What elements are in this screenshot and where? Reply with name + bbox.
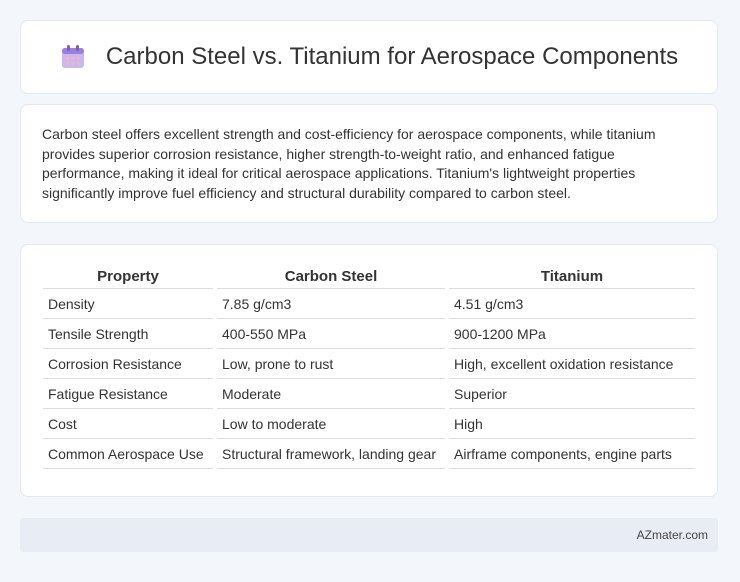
titanium-cell: Airframe components, engine parts [445, 438, 695, 469]
summary-text: Carbon steel offers excellent strength a… [42, 126, 656, 201]
titanium-cell: Superior [445, 378, 695, 409]
carbon-steel-cell: 400-550 MPa [213, 318, 447, 349]
comparison-table-card: Property Carbon Steel Titanium Density 7… [20, 244, 718, 497]
table-row: Corrosion Resistance Low, prone to rust … [43, 348, 695, 379]
page-title: Carbon Steel vs. Titanium for Aerospace … [105, 43, 679, 70]
table-row: Cost Low to moderate High [43, 408, 695, 439]
property-cell: Corrosion Resistance [43, 348, 215, 379]
footer: AZmater.com [20, 518, 718, 552]
calendar-icon [60, 44, 86, 70]
table-row: Fatigue Resistance Moderate Superior [43, 378, 695, 409]
property-cell: Common Aerospace Use [43, 438, 215, 469]
titanium-cell: 900-1200 MPa [445, 318, 695, 349]
titanium-cell: High [445, 408, 695, 439]
title-card: Carbon Steel vs. Titanium for Aerospace … [20, 20, 718, 94]
titanium-cell: High, excellent oxidation resistance [445, 348, 695, 379]
table-row: Common Aerospace Use Structural framewor… [43, 438, 695, 469]
table-row: Tensile Strength 400-550 MPa 900-1200 MP… [43, 318, 695, 349]
carbon-steel-cell: Low, prone to rust [213, 348, 447, 379]
property-cell: Density [43, 288, 215, 319]
header-property: Property [43, 263, 215, 289]
header-carbon-steel: Carbon Steel [213, 263, 447, 289]
table-row: Density 7.85 g/cm3 4.51 g/cm3 [43, 288, 695, 319]
titanium-cell: 4.51 g/cm3 [445, 288, 695, 319]
carbon-steel-cell: Moderate [213, 378, 447, 409]
carbon-steel-cell: 7.85 g/cm3 [213, 288, 447, 319]
comparison-table: Property Carbon Steel Titanium Density 7… [43, 263, 695, 469]
header-titanium: Titanium [445, 263, 695, 289]
property-cell: Cost [43, 408, 215, 439]
property-cell: Tensile Strength [43, 318, 215, 349]
carbon-steel-cell: Structural framework, landing gear [213, 438, 447, 469]
table-header-row: Property Carbon Steel Titanium [43, 263, 695, 289]
property-cell: Fatigue Resistance [43, 378, 215, 409]
carbon-steel-cell: Low to moderate [213, 408, 447, 439]
summary-card: Carbon steel offers excellent strength a… [20, 104, 718, 223]
footer-source: AZmater.com [636, 528, 708, 542]
